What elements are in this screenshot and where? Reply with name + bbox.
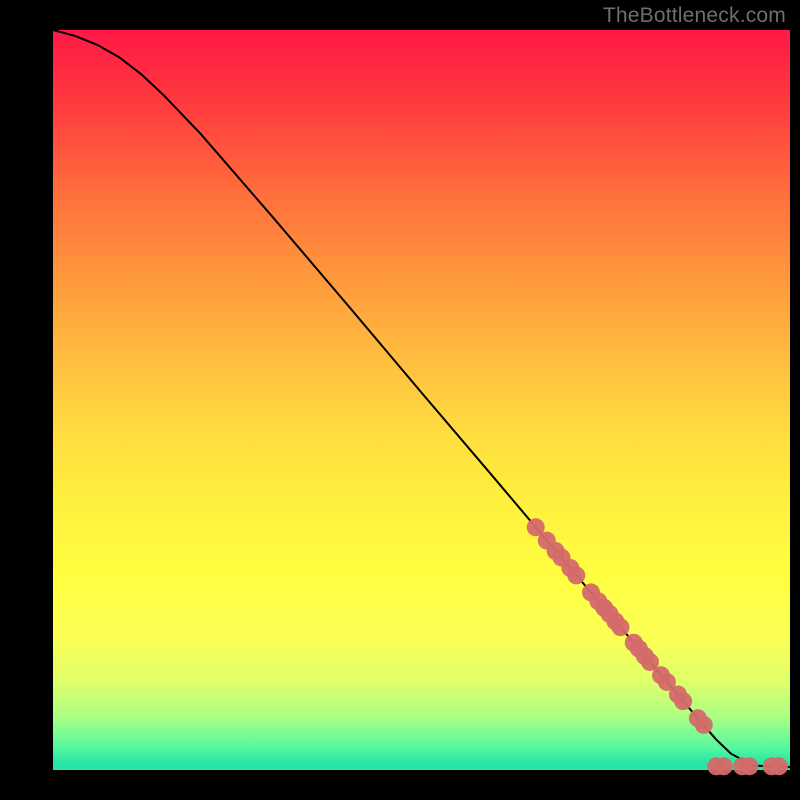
- data-marker: [567, 566, 585, 584]
- data-marker: [611, 618, 629, 636]
- marker-layer: [527, 518, 788, 775]
- data-marker: [770, 757, 788, 775]
- watermark-text: TheBottleneck.com: [603, 4, 786, 28]
- curve-layer: [53, 30, 790, 767]
- chart-svg: [53, 30, 790, 770]
- data-marker: [674, 692, 692, 710]
- decline-curve: [53, 30, 790, 767]
- data-marker: [695, 716, 713, 734]
- data-marker: [715, 757, 733, 775]
- data-marker: [740, 757, 758, 775]
- chart-frame: TheBottleneck.com: [0, 0, 800, 800]
